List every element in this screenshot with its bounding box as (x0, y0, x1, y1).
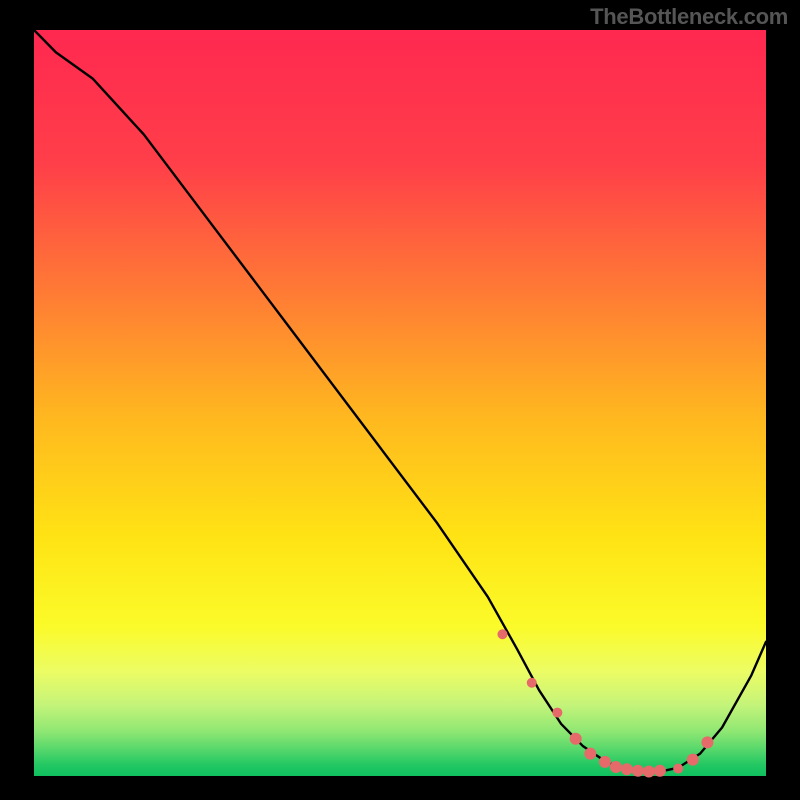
highlight-point (673, 764, 683, 774)
highlight-point (632, 765, 644, 777)
highlight-point (497, 629, 507, 639)
highlight-point (621, 763, 633, 775)
bottleneck-chart (0, 0, 800, 800)
highlight-point (687, 754, 699, 766)
chart-stage: TheBottleneck.com (0, 0, 800, 800)
highlight-point (610, 761, 622, 773)
highlight-point (701, 736, 713, 748)
highlight-point (643, 766, 655, 778)
highlight-point (654, 765, 666, 777)
highlight-point (527, 678, 537, 688)
highlight-point (552, 708, 562, 718)
highlight-point (599, 756, 611, 768)
plot-background (34, 30, 766, 776)
highlight-point (570, 733, 582, 745)
highlight-point (584, 748, 596, 760)
